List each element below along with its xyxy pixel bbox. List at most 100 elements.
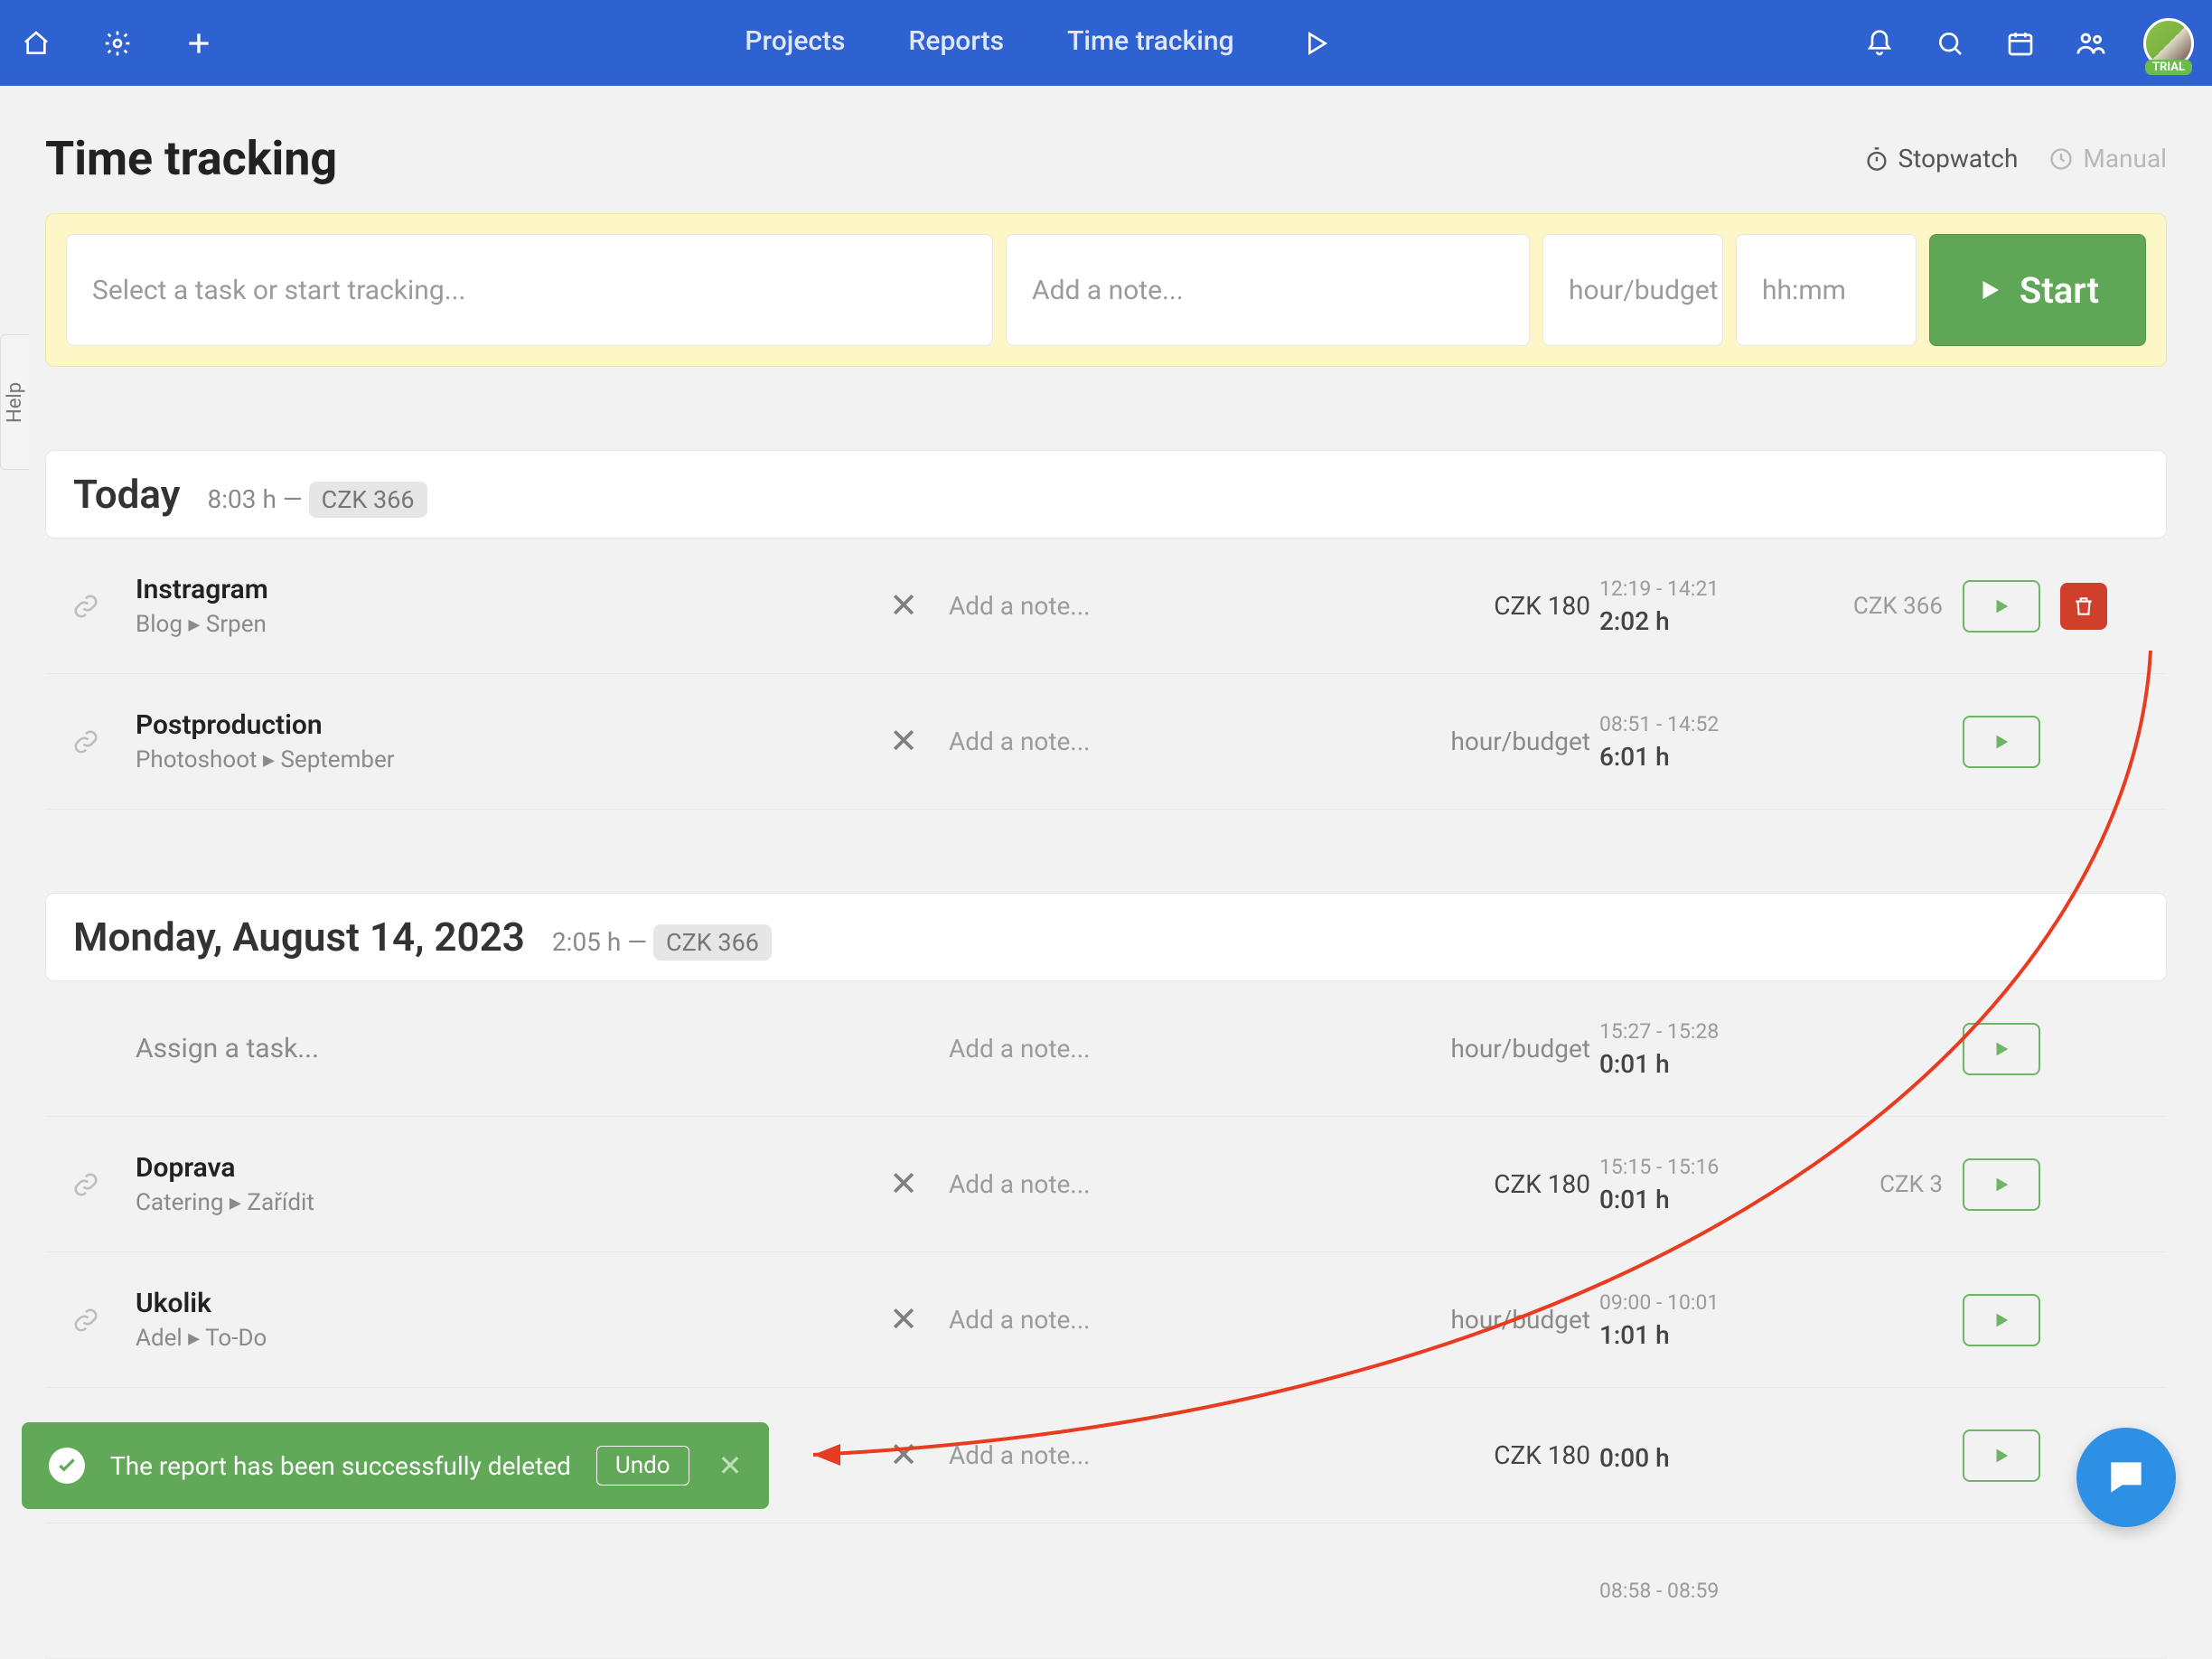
play-button[interactable] xyxy=(1963,580,2040,633)
time-range: 15:27 - 15:28 xyxy=(1599,1019,1798,1044)
clear-task-icon[interactable]: ✕ xyxy=(867,1299,940,1340)
play-button[interactable] xyxy=(1963,1158,2040,1211)
note-cell[interactable]: Add a note... xyxy=(949,1034,1419,1064)
task-name: Doprava xyxy=(136,1152,858,1184)
play-cell xyxy=(1952,1158,2051,1211)
time-input[interactable]: hh:mm xyxy=(1736,234,1917,346)
time-cell[interactable]: 12:19 - 14:212:02 h xyxy=(1599,576,1798,636)
task-name: Ukolik xyxy=(136,1288,858,1319)
duration: 2:02 h xyxy=(1599,606,1798,636)
day-badge: CZK 366 xyxy=(653,924,772,961)
task-cell[interactable]: DopravaCatering ▸ Zařídit xyxy=(136,1152,858,1216)
play-button[interactable] xyxy=(1963,1023,2040,1075)
play-outline-icon[interactable] xyxy=(1298,25,1334,61)
undo-button[interactable]: Undo xyxy=(596,1446,689,1486)
day-header: Monday, August 14, 2023 2:05 h — CZK 366 xyxy=(45,893,2167,981)
day-header: Today 8:03 h — CZK 366 xyxy=(45,450,2167,539)
topbar-center: Projects Reports Time tracking xyxy=(217,25,1861,61)
total-cell: CZK 3 xyxy=(1807,1171,1943,1198)
time-cell[interactable]: 15:15 - 15:160:01 h xyxy=(1599,1155,1798,1214)
play-cell xyxy=(1952,716,2051,768)
rate-cell[interactable]: hour/budget xyxy=(1428,1034,1590,1064)
task-cell[interactable]: InstragramBlog ▸ Srpen xyxy=(136,574,858,638)
task-input[interactable]: Select a task or start tracking... xyxy=(66,234,993,346)
mode-manual[interactable]: Manual xyxy=(2048,144,2167,173)
calendar-icon[interactable] xyxy=(2002,25,2039,61)
task-name: Postproduction xyxy=(136,709,858,741)
rate-cell[interactable]: CZK 180 xyxy=(1428,591,1590,621)
time-entry: 08:58 - 08:59 xyxy=(45,1523,2167,1659)
day-title: Monday, August 14, 2023 xyxy=(73,914,525,961)
link-icon[interactable] xyxy=(45,728,127,755)
clear-task-icon[interactable]: ✕ xyxy=(867,721,940,762)
time-cell[interactable]: 0:00 h xyxy=(1599,1438,1798,1473)
total-cell: CZK 366 xyxy=(1807,593,1943,620)
help-tab[interactable]: Help xyxy=(0,334,29,470)
delete-button[interactable] xyxy=(2060,583,2107,630)
page-title: Time tracking xyxy=(45,131,337,186)
mode-stopwatch[interactable]: Stopwatch xyxy=(1864,144,2019,173)
task-path: Adel ▸ To-Do xyxy=(136,1325,858,1352)
nav-projects[interactable]: Projects xyxy=(745,25,845,61)
trial-badge: TRIAL xyxy=(2145,60,2192,75)
time-range: 08:51 - 14:52 xyxy=(1599,712,1798,736)
delete-cell xyxy=(2060,583,2123,630)
note-cell[interactable]: Add a note... xyxy=(949,1169,1419,1199)
task-cell[interactable]: Ukolik Adel ▸ To-Do xyxy=(136,1288,858,1352)
task-cell[interactable]: Assign a task... xyxy=(136,1033,858,1064)
toast-close-icon[interactable]: ✕ xyxy=(718,1448,743,1483)
clear-task-icon[interactable]: ✕ xyxy=(867,586,940,626)
chat-button[interactable] xyxy=(2076,1428,2176,1527)
rate-input[interactable]: hour/budget xyxy=(1542,234,1723,346)
play-button[interactable] xyxy=(1963,1429,2040,1482)
task-cell[interactable]: Postproduction Photoshoot ▸ September xyxy=(136,709,858,773)
play-button[interactable] xyxy=(1963,1294,2040,1346)
duration: 1:01 h xyxy=(1599,1320,1798,1350)
link-icon[interactable] xyxy=(45,593,127,620)
day-title: Today xyxy=(73,471,181,518)
time-cell[interactable]: 09:00 - 10:01 1:01 h xyxy=(1599,1290,1798,1350)
time-range: 09:00 - 10:01 xyxy=(1599,1290,1798,1315)
play-button[interactable] xyxy=(1963,716,2040,768)
bell-icon[interactable] xyxy=(1861,25,1898,61)
home-icon[interactable] xyxy=(18,25,54,61)
rate-cell[interactable]: CZK 180 xyxy=(1428,1169,1590,1199)
note-cell[interactable]: Add a note... xyxy=(949,591,1419,621)
rate-cell[interactable]: hour/budget xyxy=(1428,1305,1590,1335)
top-nav: Projects Reports Time tracking TRIAL xyxy=(0,0,2212,86)
time-entry: Ukolik Adel ▸ To-Do ✕ Add a note... hour/bud… xyxy=(45,1252,2167,1388)
mode-stopwatch-label: Stopwatch xyxy=(1898,144,2019,173)
note-input[interactable]: Add a note... xyxy=(1006,234,1530,346)
rate-cell[interactable]: CZK 180 xyxy=(1428,1440,1590,1470)
duration: 0:01 h xyxy=(1599,1185,1798,1214)
search-icon[interactable] xyxy=(1932,25,1968,61)
task-path: Photoshoot ▸ September xyxy=(136,746,858,773)
link-icon[interactable] xyxy=(45,1171,127,1198)
nav-time-tracking[interactable]: Time tracking xyxy=(1067,25,1233,61)
time-cell[interactable]: 08:51 - 14:526:01 h xyxy=(1599,712,1798,772)
clear-task-icon[interactable]: ✕ xyxy=(867,1435,940,1476)
rate-cell[interactable]: hour/budget xyxy=(1428,726,1590,756)
link-icon[interactable] xyxy=(45,1307,127,1334)
note-cell[interactable]: Add a note... xyxy=(949,1305,1419,1335)
topbar-left xyxy=(18,25,217,61)
people-icon[interactable] xyxy=(2073,25,2109,61)
start-button[interactable]: Start xyxy=(1929,234,2146,346)
note-cell[interactable]: Add a note... xyxy=(949,1440,1419,1470)
note-cell[interactable]: Add a note... xyxy=(949,726,1419,756)
play-cell xyxy=(1952,580,2051,633)
clear-task-icon[interactable]: ✕ xyxy=(867,1164,940,1204)
plus-icon[interactable] xyxy=(181,25,217,61)
task-path: Blog ▸ Srpen xyxy=(136,611,858,638)
time-entry: Assign a task... Add a note... hour/budget… xyxy=(45,981,2167,1117)
time-cell[interactable]: 08:58 - 08:59 xyxy=(1599,1579,1798,1603)
check-icon xyxy=(49,1448,85,1484)
time-range: 08:58 - 08:59 xyxy=(1599,1579,1798,1603)
mode-toggle: Stopwatch Manual xyxy=(1864,144,2167,173)
time-cell[interactable]: 15:27 - 15:280:01 h xyxy=(1599,1019,1798,1079)
play-cell xyxy=(1952,1429,2051,1482)
play-cell xyxy=(1952,1294,2051,1346)
avatar[interactable]: TRIAL xyxy=(2143,18,2194,69)
nav-reports[interactable]: Reports xyxy=(909,25,1005,61)
gear-icon[interactable] xyxy=(99,25,136,61)
